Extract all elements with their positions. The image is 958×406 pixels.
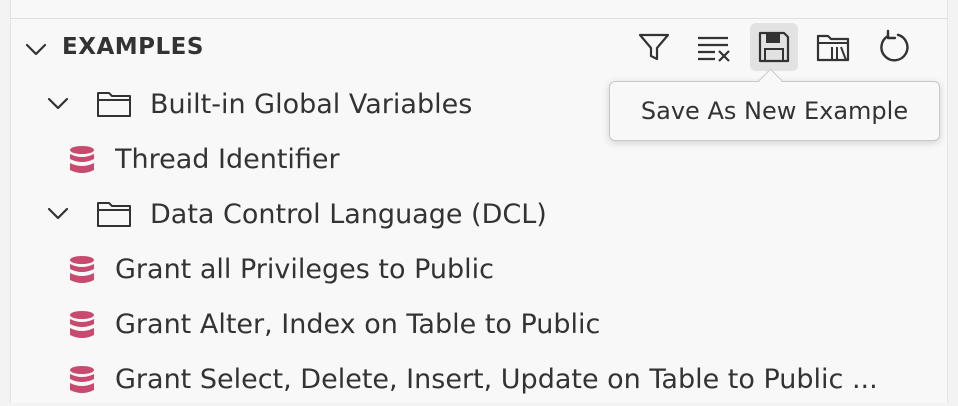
filter-icon: [638, 33, 670, 61]
database-icon: [70, 366, 94, 393]
filter-button[interactable]: [630, 23, 678, 71]
folder-label: Built-in Global Variables: [150, 89, 473, 120]
folder-library-icon: [816, 34, 850, 62]
tree-item-grant-select-delete-insert-update[interactable]: Grant Select, Delete, Insert, Update on …: [10, 352, 948, 406]
folder-icon: [97, 202, 131, 227]
save-tooltip: Save As New Example: [609, 81, 940, 141]
chevron-down-icon[interactable]: [46, 92, 70, 116]
database-icon: [70, 256, 94, 283]
open-folder-button[interactable]: [810, 23, 858, 71]
save-as-new-example-button[interactable]: [750, 23, 798, 71]
chevron-down-icon[interactable]: [46, 202, 70, 226]
refresh-icon: [880, 29, 909, 62]
tree-folder-data-control-language[interactable]: Data Control Language (DCL): [10, 187, 948, 241]
section-title: EXAMPLES: [62, 34, 204, 60]
folder-icon: [97, 92, 131, 117]
database-icon: [70, 311, 94, 338]
clear-filter-button[interactable]: [690, 23, 738, 71]
database-icon: [70, 146, 94, 173]
item-label: Thread Identifier: [115, 144, 340, 175]
section-divider: [10, 18, 948, 19]
save-icon: [758, 31, 790, 63]
section-toolbar: [630, 22, 930, 72]
tree-item-grant-alter-index[interactable]: Grant Alter, Index on Table to Public: [10, 297, 948, 351]
folder-label: Data Control Language (DCL): [150, 199, 547, 230]
item-label: Grant all Privileges to Public: [115, 254, 494, 285]
refresh-button[interactable]: [870, 23, 918, 71]
item-label: Grant Select, Delete, Insert, Update on …: [115, 364, 878, 395]
clear-filter-icon: [698, 36, 730, 62]
item-label: Grant Alter, Index on Table to Public: [115, 309, 601, 340]
examples-section-header[interactable]: EXAMPLES: [10, 22, 948, 76]
tree-item-grant-all-privileges[interactable]: Grant all Privileges to Public: [10, 242, 948, 296]
chevron-down-icon[interactable]: [24, 38, 48, 62]
